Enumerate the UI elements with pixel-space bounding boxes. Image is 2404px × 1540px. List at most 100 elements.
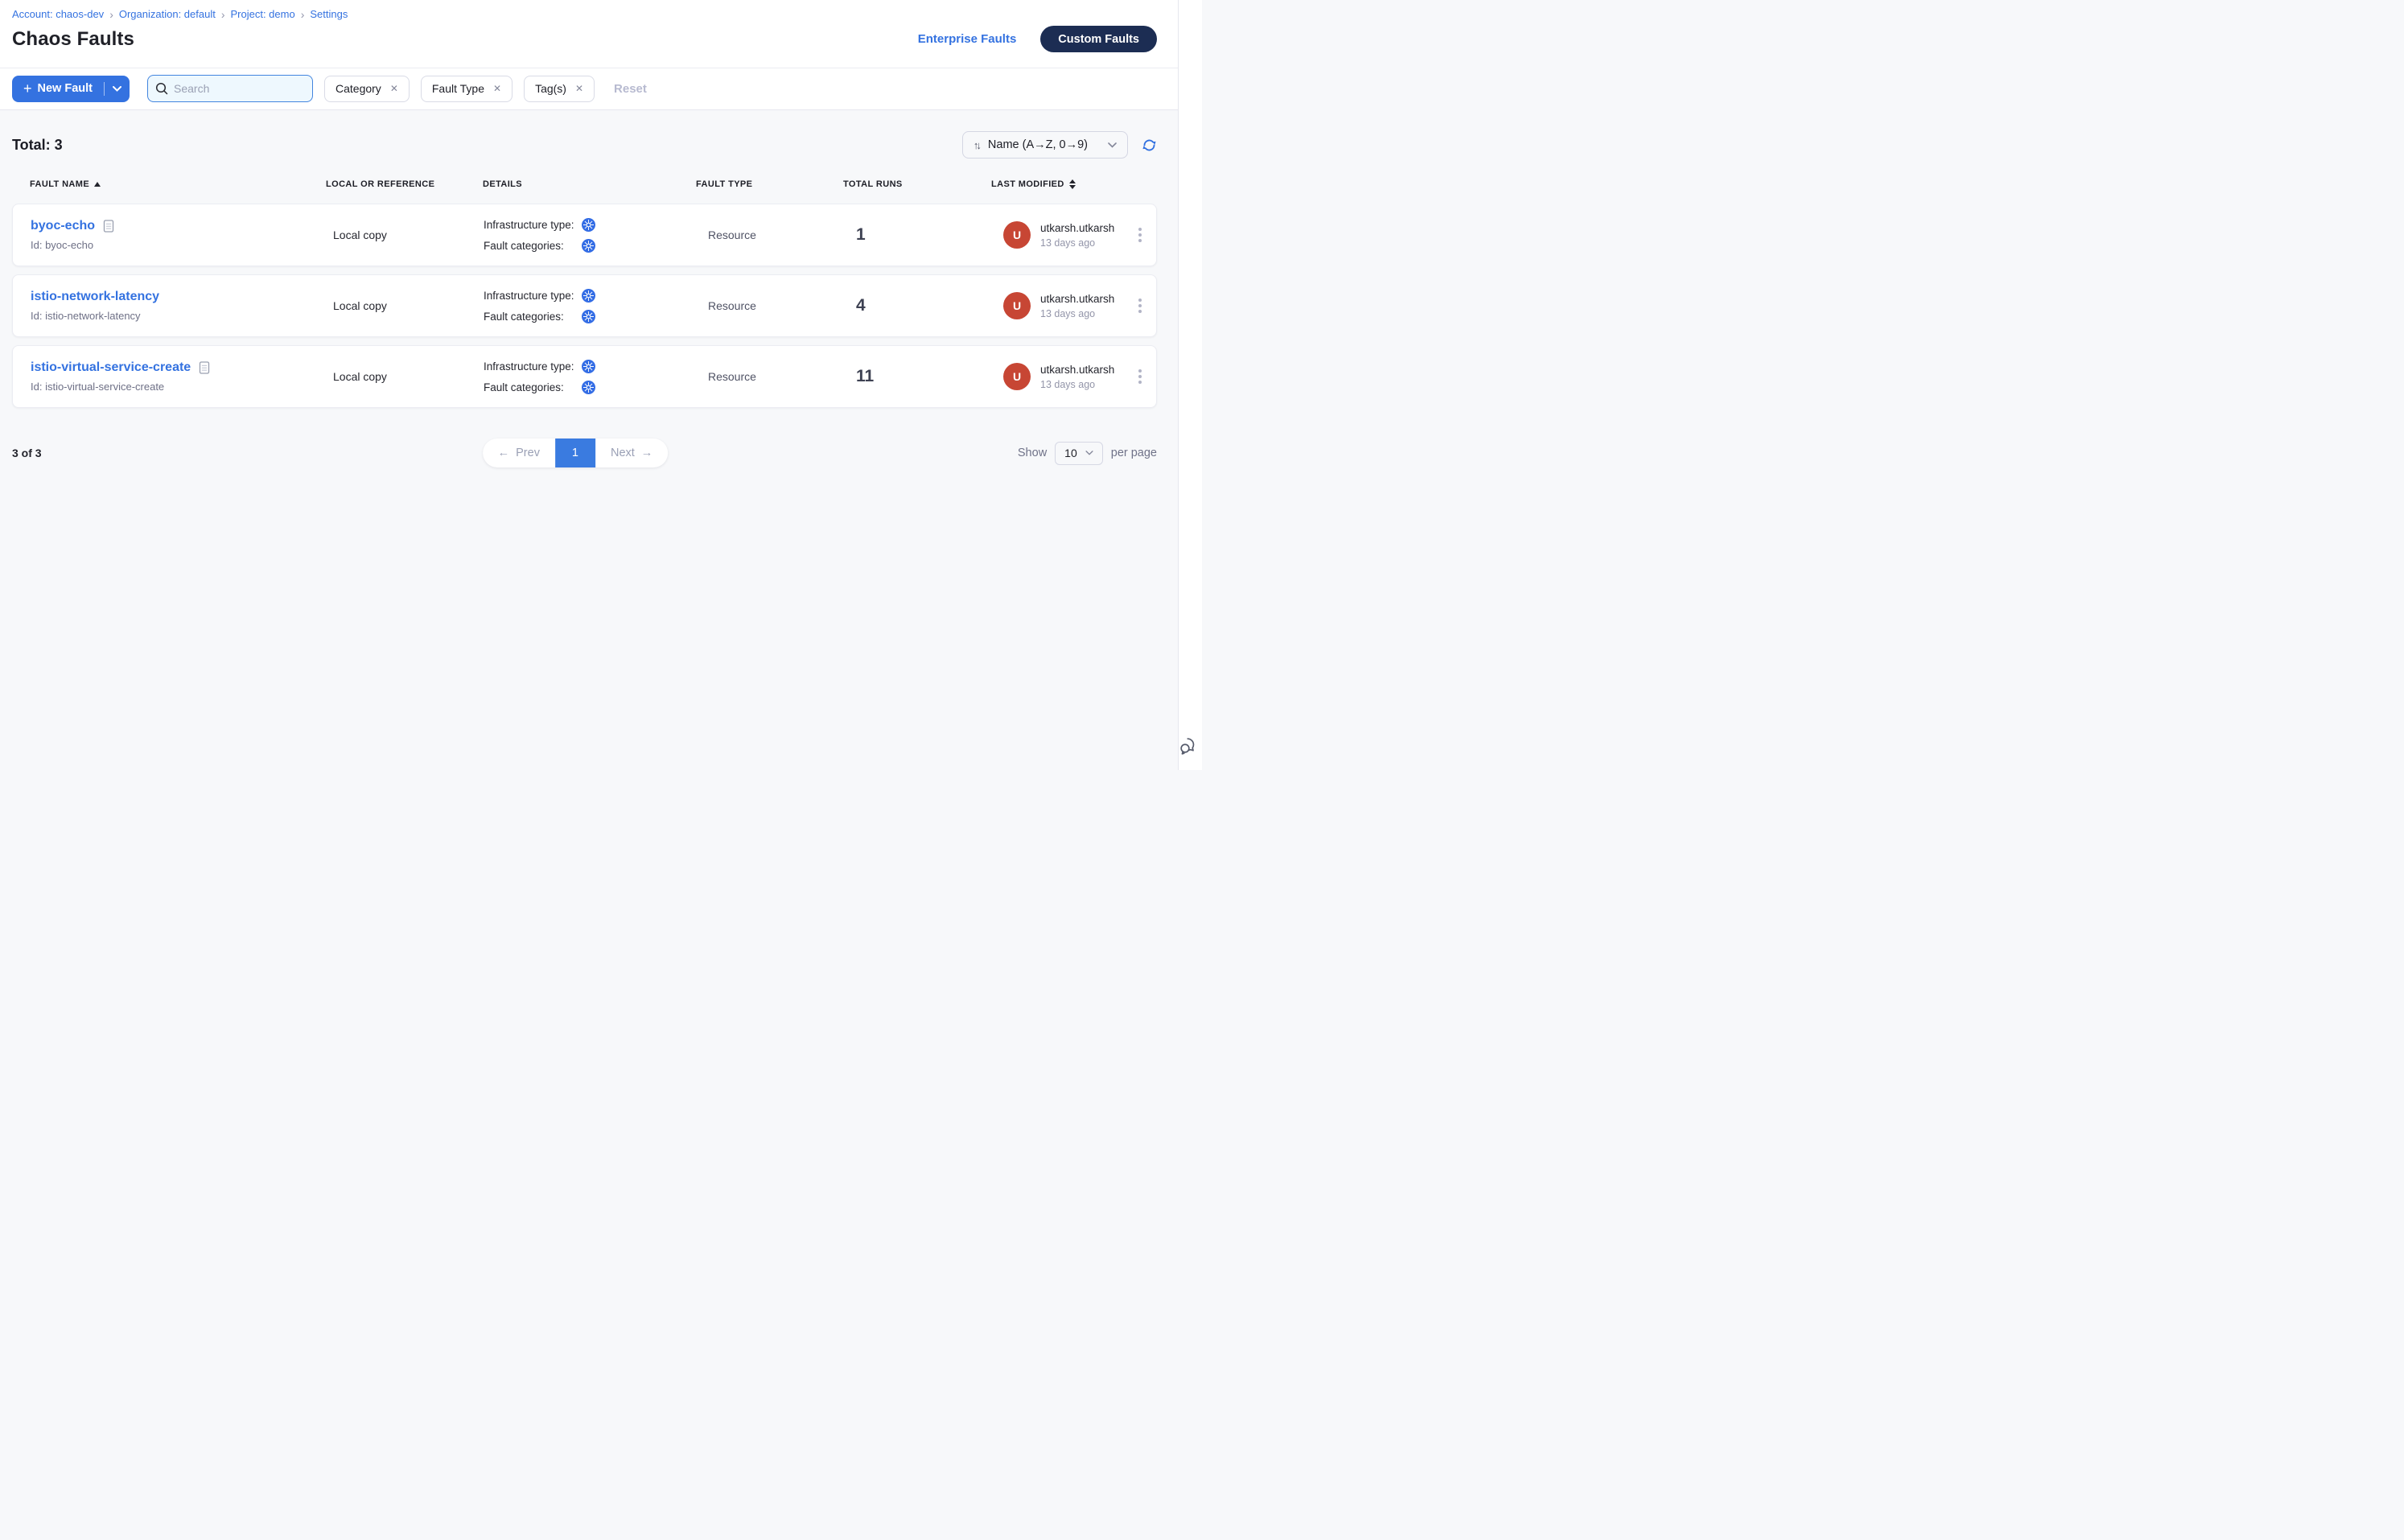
- infrastructure-type-label: Infrastructure type:: [484, 360, 582, 373]
- filter-chip-tags[interactable]: Tag(s) ✕: [524, 76, 595, 102]
- breadcrumb-account[interactable]: Account: chaos-dev: [12, 8, 104, 20]
- new-fault-button[interactable]: + New Fault: [12, 76, 130, 102]
- table-row: istio-virtual-service-create Id: istio-v…: [12, 345, 1157, 408]
- next-page-button[interactable]: Next →: [595, 439, 668, 467]
- avatar: U: [1003, 221, 1031, 249]
- column-header-last-modified[interactable]: LAST MODIFIED: [991, 179, 1125, 189]
- avatar: U: [1003, 292, 1031, 319]
- fault-type-value: Resource: [697, 229, 844, 241]
- kubernetes-icon: [582, 310, 595, 323]
- modified-when: 13 days ago: [1040, 379, 1114, 390]
- fault-id: Id: istio-network-latency: [31, 310, 327, 322]
- sort-dropdown[interactable]: ↑↓ Name (A→Z, 0→9): [962, 131, 1128, 159]
- custom-faults-button[interactable]: Custom Faults: [1040, 26, 1157, 52]
- column-header-details: DETAILS: [483, 179, 696, 189]
- chip-label: Fault Type: [432, 82, 484, 95]
- filter-chip-fault-type[interactable]: Fault Type ✕: [421, 76, 512, 102]
- breadcrumb-separator-icon: ›: [221, 9, 225, 20]
- local-or-reference-value: Local copy: [327, 370, 484, 383]
- kebab-menu-button[interactable]: [1124, 223, 1156, 247]
- close-icon[interactable]: ✕: [493, 83, 501, 94]
- sort-ascending-icon: [94, 182, 101, 187]
- fault-categories-label: Fault categories:: [484, 381, 582, 393]
- search-input[interactable]: [147, 75, 313, 102]
- modified-by: utkarsh.utkarsh: [1040, 222, 1114, 234]
- breadcrumb-separator-icon: ›: [301, 9, 305, 20]
- fault-id: Id: byoc-echo: [31, 239, 327, 251]
- filter-chip-category[interactable]: Category ✕: [324, 76, 410, 102]
- pagination: 3 of 3 ← Prev 1 Next → Show 10: [12, 439, 1157, 467]
- breadcrumb-organization[interactable]: Organization: default: [119, 8, 216, 20]
- prev-page-button[interactable]: ← Prev: [483, 439, 555, 467]
- page-title: Chaos Faults: [12, 28, 134, 51]
- current-page-button[interactable]: 1: [555, 439, 595, 467]
- chevron-down-icon[interactable]: [113, 86, 121, 92]
- local-or-reference-value: Local copy: [327, 229, 484, 241]
- chevron-down-icon: [1085, 451, 1093, 455]
- last-modified-cell: U utkarsh.utkarsh 13 days ago: [992, 363, 1124, 390]
- modified-when: 13 days ago: [1040, 237, 1114, 249]
- kebab-menu-button[interactable]: [1124, 364, 1156, 389]
- main-column: Account: chaos-dev › Organization: defau…: [0, 0, 1178, 770]
- enterprise-faults-link[interactable]: Enterprise Faults: [918, 32, 1017, 46]
- close-icon[interactable]: ✕: [390, 83, 398, 94]
- fault-name-link[interactable]: istio-network-latency: [31, 290, 159, 304]
- chat-help-icon[interactable]: [1178, 735, 1199, 760]
- sort-value: Name (A→Z, 0→9): [988, 138, 1088, 151]
- new-fault-label: New Fault: [38, 82, 93, 95]
- modified-by: utkarsh.utkarsh: [1040, 364, 1114, 376]
- total-runs-value: 11: [844, 367, 992, 386]
- breadcrumb-separator-icon: ›: [109, 9, 113, 20]
- refresh-button[interactable]: [1142, 138, 1157, 153]
- column-header-fault-name[interactable]: FAULT NAME: [30, 179, 326, 189]
- modified-when: 13 days ago: [1040, 308, 1114, 319]
- modified-by: utkarsh.utkarsh: [1040, 293, 1114, 305]
- sort-both-icon: [1069, 179, 1076, 189]
- pager: ← Prev 1 Next →: [483, 439, 669, 467]
- column-header-local-or-reference: LOCAL OR REFERENCE: [326, 179, 483, 189]
- total-runs-value: 4: [844, 296, 992, 315]
- fault-list: byoc-echo Id: byoc-echo Local copy Infra…: [12, 204, 1157, 408]
- kubernetes-icon: [582, 381, 595, 394]
- kubernetes-icon: [582, 218, 595, 232]
- plus-icon: +: [23, 81, 32, 96]
- fault-type-value: Resource: [697, 370, 844, 383]
- avatar: U: [1003, 363, 1031, 390]
- toolbar: + New Fault Category ✕ Fault Type ✕: [0, 68, 1178, 110]
- copy-icon[interactable]: [103, 219, 114, 233]
- copy-icon[interactable]: [199, 360, 210, 375]
- details-cell: Infrastructure type: Fault categories:: [484, 360, 697, 394]
- right-side-rail: [1178, 0, 1202, 770]
- kebab-menu-button[interactable]: [1124, 294, 1156, 318]
- kubernetes-icon: [582, 360, 595, 373]
- breadcrumb-settings[interactable]: Settings: [310, 8, 348, 20]
- breadcrumb-project[interactable]: Project: demo: [231, 8, 295, 20]
- fault-name-link[interactable]: istio-virtual-service-create: [31, 360, 191, 375]
- column-header-total-runs: TOTAL RUNS: [843, 179, 991, 189]
- show-label: Show: [1018, 447, 1047, 459]
- sort-arrows-icon: ↑↓: [974, 139, 979, 151]
- page-header: Account: chaos-dev › Organization: defau…: [0, 0, 1178, 68]
- content-area: Total: 3 ↑↓ Name (A→Z, 0→9): [0, 110, 1178, 770]
- table-row: byoc-echo Id: byoc-echo Local copy Infra…: [12, 204, 1157, 266]
- total-count-label: Total: 3: [12, 137, 63, 154]
- kubernetes-icon: [582, 239, 595, 253]
- chip-label: Tag(s): [535, 82, 566, 95]
- per-page-label: per page: [1111, 447, 1157, 459]
- button-divider: [104, 82, 105, 96]
- close-icon[interactable]: ✕: [575, 83, 583, 94]
- local-or-reference-value: Local copy: [327, 299, 484, 312]
- arrow-left-icon: ←: [498, 447, 510, 459]
- pagination-range-label: 3 of 3: [12, 447, 42, 459]
- total-runs-value: 1: [844, 225, 992, 245]
- fault-categories-label: Fault categories:: [484, 311, 582, 323]
- reset-filters-button[interactable]: Reset: [614, 82, 647, 96]
- table-header: FAULT NAME LOCAL OR REFERENCE DETAILS FA…: [12, 179, 1157, 189]
- fault-name-link[interactable]: byoc-echo: [31, 219, 95, 233]
- chip-label: Category: [335, 82, 381, 95]
- fault-type-value: Resource: [697, 299, 844, 312]
- chaos-faults-page: Account: chaos-dev › Organization: defau…: [0, 0, 1202, 770]
- infrastructure-type-label: Infrastructure type:: [484, 219, 582, 231]
- page-size-dropdown[interactable]: 10: [1055, 442, 1103, 465]
- details-cell: Infrastructure type: Fault categories:: [484, 289, 697, 323]
